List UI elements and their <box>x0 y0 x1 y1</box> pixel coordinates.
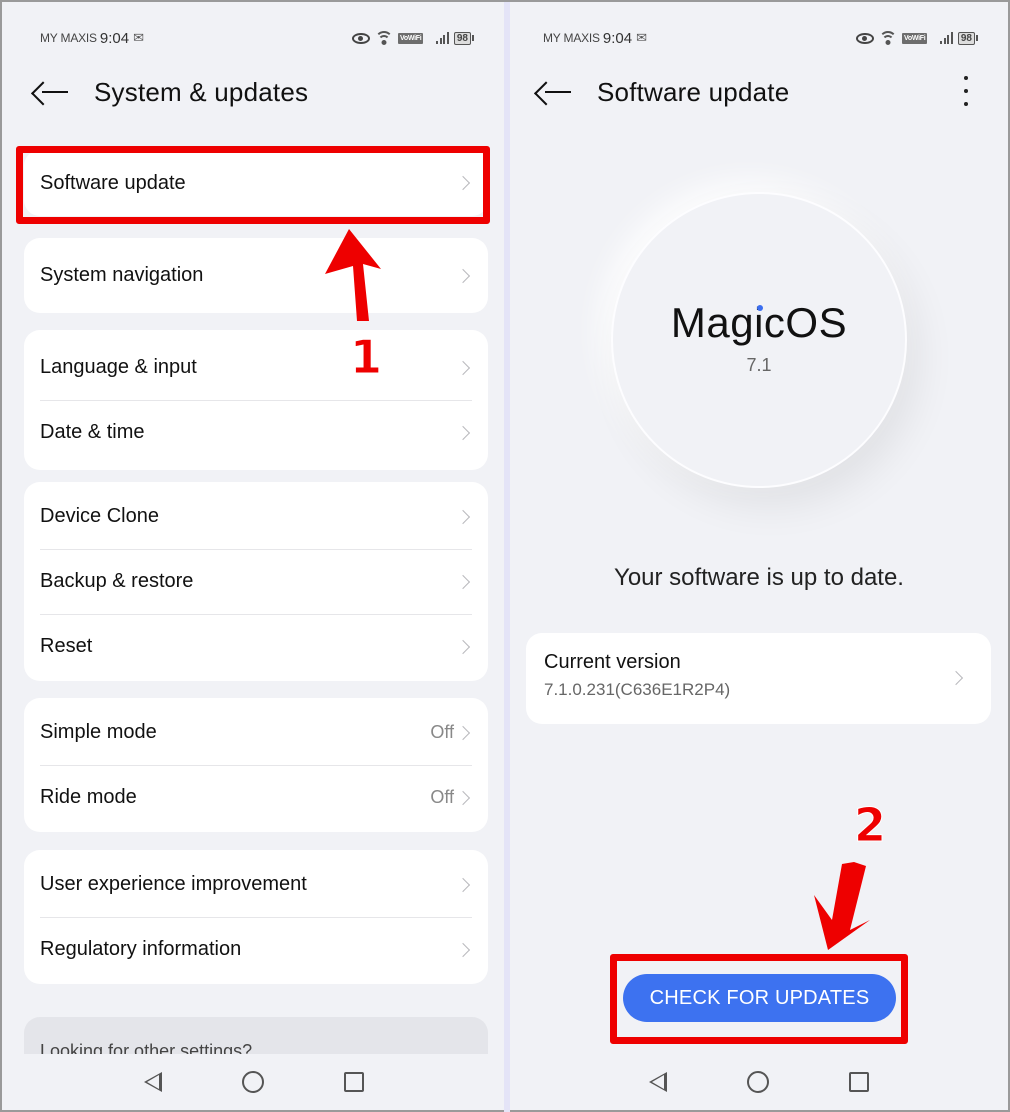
vowifi-icon: VoWiFi <box>398 32 424 44</box>
chevron-right-icon <box>455 790 471 805</box>
system-updates-screen: MY MAXIS 9:04 ✉ VoWiFi 98 System & updat… <box>4 2 504 1110</box>
app-header: System & updates <box>4 70 504 114</box>
settings-item-system-navigation[interactable]: System navigation <box>24 238 488 313</box>
nav-home-icon[interactable] <box>747 1071 769 1093</box>
app-header: Software update <box>510 70 1008 114</box>
settings-item-simple-mode[interactable]: Simple mode Off <box>24 700 488 765</box>
settings-item-device-clone[interactable]: Device Clone <box>24 484 488 549</box>
step-number-2: 2 <box>853 798 887 853</box>
settings-group: Software update <box>24 150 488 216</box>
wifi-icon <box>879 31 898 45</box>
status-time: 9:04 <box>602 29 633 47</box>
settings-item-regulatory-info[interactable]: Regulatory information <box>24 917 488 982</box>
settings-item-user-experience[interactable]: User experience improvement <box>24 852 488 917</box>
carrier-name: MY MAXIS <box>40 31 97 45</box>
navigation-bar <box>510 1054 1008 1110</box>
settings-item-label: Date & time <box>40 421 145 443</box>
eye-comfort-icon <box>856 32 875 44</box>
settings-group: Simple mode Off Ride mode Off <box>24 698 488 832</box>
gmail-icon: ✉ <box>636 30 647 45</box>
gmail-icon: ✉ <box>133 30 144 45</box>
settings-item-label: Language & input <box>40 356 197 378</box>
settings-group: Device Clone Backup & restore Reset <box>24 482 488 681</box>
chevron-right-icon <box>455 877 471 892</box>
screenshot-frame: MY MAXIS 9:04 ✉ VoWiFi 98 System & updat… <box>0 0 1010 1112</box>
battery-level: 98 <box>453 31 471 45</box>
status-time: 9:04 <box>99 29 130 47</box>
nav-back-icon[interactable] <box>649 1072 667 1092</box>
settings-item-label: Regulatory information <box>40 938 242 960</box>
settings-item-language-input[interactable]: Language & input <box>24 335 488 400</box>
page-title: System & updates <box>94 76 309 107</box>
back-arrow-icon[interactable] <box>543 80 573 104</box>
chevron-right-icon <box>455 725 471 740</box>
nav-back-icon[interactable] <box>144 1072 162 1092</box>
battery-level: 98 <box>957 31 975 45</box>
settings-item-label: Ride mode <box>40 786 137 808</box>
settings-item-backup-restore[interactable]: Backup & restore <box>24 549 488 614</box>
nav-home-icon[interactable] <box>242 1071 264 1093</box>
settings-item-label: User experience improvement <box>40 873 307 895</box>
settings-group: System navigation <box>24 238 488 313</box>
software-update-screen: MY MAXIS 9:04 ✉ VoWiFi 98 Software updat… <box>510 2 1008 1110</box>
signal-icon <box>436 32 449 44</box>
vowifi-icon: VoWiFi <box>902 32 928 44</box>
settings-item-label: System navigation <box>40 264 204 286</box>
settings-item-ride-mode[interactable]: Ride mode Off <box>24 765 488 830</box>
chevron-right-icon <box>455 639 471 654</box>
battery-icon: 98 <box>957 31 978 45</box>
navigation-bar <box>4 1054 504 1110</box>
settings-item-date-time[interactable]: Date & time <box>24 400 488 465</box>
annotation-arrow-down <box>814 862 870 950</box>
settings-group: User experience improvement Regulatory i… <box>24 850 488 984</box>
settings-item-software-update[interactable]: Software update <box>24 150 488 216</box>
settings-item-label: Simple mode <box>40 721 157 743</box>
signal-icon <box>940 32 953 44</box>
os-logo-text: MagicOS <box>670 298 848 346</box>
step-number-1: 1 <box>349 330 383 385</box>
nav-recents-icon[interactable] <box>344 1072 364 1092</box>
back-arrow-icon[interactable] <box>40 80 70 104</box>
chevron-right-icon <box>455 509 471 524</box>
settings-item-label: Reset <box>40 635 93 657</box>
settings-item-label: Backup & restore <box>40 570 194 592</box>
logo-dot-icon <box>756 304 763 311</box>
nav-recents-icon[interactable] <box>849 1072 869 1092</box>
current-version-label: Current version <box>544 651 681 673</box>
page-title: Software update <box>597 76 790 107</box>
status-bar: MY MAXIS 9:04 ✉ VoWiFi 98 <box>4 26 504 50</box>
os-logo-badge: MagicOS 7.1 <box>611 192 907 488</box>
settings-item-value: Off <box>430 722 454 742</box>
check-for-updates-button[interactable]: CHECK FOR UPDATES <box>623 974 896 1022</box>
settings-item-label: Software update <box>40 171 186 194</box>
chevron-right-icon <box>455 425 471 440</box>
eye-comfort-icon <box>352 32 371 44</box>
os-version: 7.1 <box>746 354 772 375</box>
more-options-icon[interactable] <box>962 76 970 106</box>
update-status-message: Your software is up to date. <box>614 564 904 591</box>
current-version-item[interactable]: Current version 7.1.0.231(C636E1R2P4) <box>526 633 991 724</box>
carrier-name: MY MAXIS <box>543 31 600 45</box>
settings-item-reset[interactable]: Reset <box>24 614 488 679</box>
status-bar: MY MAXIS 9:04 ✉ VoWiFi 98 <box>510 26 1008 50</box>
chevron-right-icon <box>455 268 471 283</box>
settings-item-label: Device Clone <box>40 505 159 527</box>
battery-icon: 98 <box>453 31 474 45</box>
chevron-right-icon <box>455 360 471 375</box>
settings-group: Language & input Date & time <box>24 330 488 470</box>
chevron-right-icon <box>455 574 471 589</box>
current-version-value: 7.1.0.231(C636E1R2P4) <box>544 680 731 699</box>
chevron-right-icon <box>455 942 471 957</box>
wifi-icon <box>375 31 394 45</box>
settings-item-value: Off <box>430 787 454 807</box>
chevron-right-icon <box>455 175 471 191</box>
